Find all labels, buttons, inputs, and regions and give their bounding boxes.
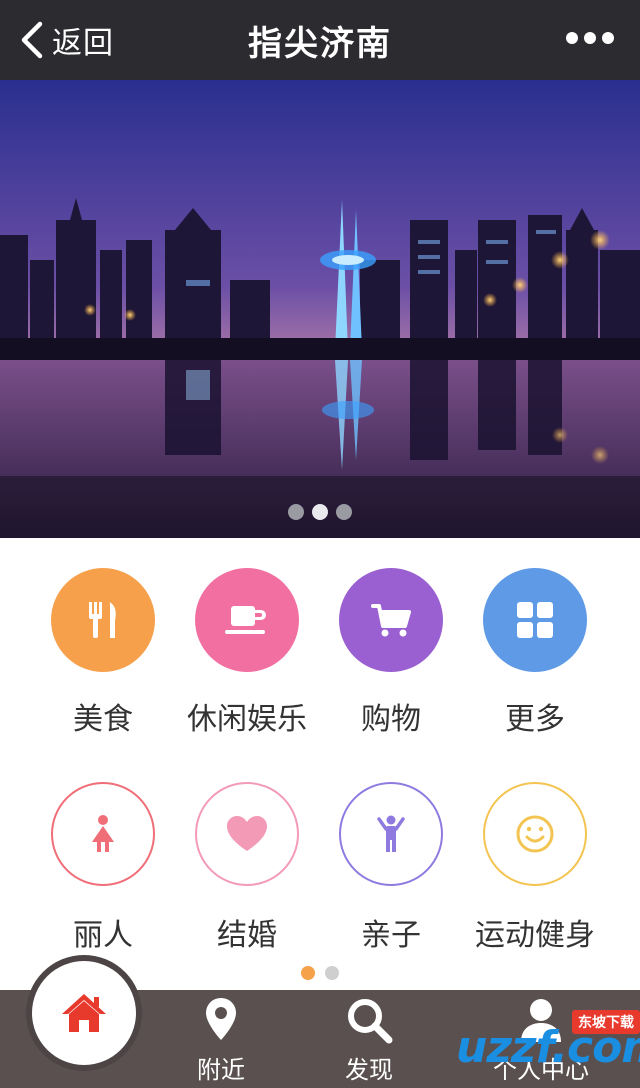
top-bar: 返回 指尖济南 xyxy=(0,0,640,80)
child-icon xyxy=(339,782,443,886)
page-dot[interactable] xyxy=(325,966,339,980)
category-parent-child[interactable]: 亲子 xyxy=(316,782,466,954)
banner-dot[interactable] xyxy=(336,504,352,520)
page-title: 指尖济南 xyxy=(248,24,392,64)
nav-discover[interactable]: 发现 xyxy=(314,996,424,1085)
shopping-cart-icon xyxy=(339,568,443,672)
category-shopping[interactable]: 购物 xyxy=(316,568,466,738)
smiley-icon xyxy=(483,782,587,886)
page-dot-active[interactable] xyxy=(301,966,315,980)
more-options-icon[interactable] xyxy=(566,26,614,50)
category-label: 美食 xyxy=(73,702,133,737)
nav-discover-label: 发现 xyxy=(345,1056,393,1084)
search-icon xyxy=(348,999,393,1044)
banner-pagination xyxy=(0,504,640,520)
home-icon xyxy=(62,994,106,1032)
category-label: 更多 xyxy=(505,702,565,737)
location-pin-icon xyxy=(206,998,236,1040)
grid-icon xyxy=(483,568,587,672)
fork-knife-icon xyxy=(51,568,155,672)
category-more[interactable]: 更多 xyxy=(460,568,610,738)
category-label: 休闲娱乐 xyxy=(187,702,307,737)
category-wedding[interactable]: 结婚 xyxy=(172,782,322,954)
city-skyline-image xyxy=(0,80,640,538)
banner-carousel[interactable] xyxy=(0,80,640,538)
watermark: 东坡下载 uzzf.com xyxy=(456,1010,640,1088)
banner-dot-active[interactable] xyxy=(312,504,328,520)
coffee-cup-icon xyxy=(195,568,299,672)
category-food[interactable]: 美食 xyxy=(28,568,178,738)
category-leisure[interactable]: 休闲娱乐 xyxy=(172,568,322,738)
banner-dot[interactable] xyxy=(288,504,304,520)
watermark-logo: uzzf.com xyxy=(456,1022,640,1073)
woman-icon xyxy=(51,782,155,886)
category-label: 运动健身 xyxy=(475,918,595,953)
category-label: 购物 xyxy=(361,702,421,737)
category-label: 亲子 xyxy=(361,918,421,953)
heart-icon xyxy=(195,782,299,886)
home-button-wrap xyxy=(26,955,142,1071)
nav-nearby-label: 附近 xyxy=(197,1056,245,1084)
home-button[interactable] xyxy=(32,961,136,1065)
category-beauty[interactable]: 丽人 xyxy=(28,782,178,954)
nav-nearby[interactable]: 附近 xyxy=(166,996,276,1085)
category-fitness[interactable]: 运动健身 xyxy=(460,782,610,954)
category-label: 丽人 xyxy=(73,918,133,953)
category-label: 结婚 xyxy=(217,918,277,953)
